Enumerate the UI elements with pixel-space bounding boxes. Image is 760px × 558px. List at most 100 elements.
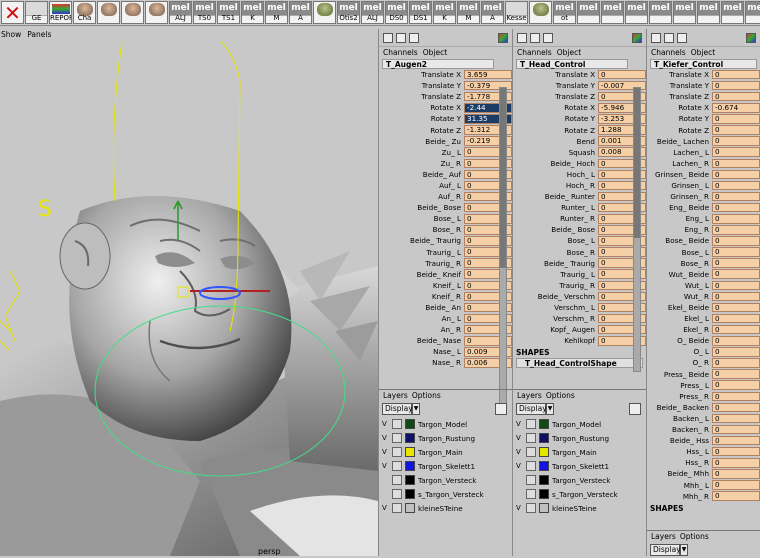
channels-icon[interactable] [383,32,393,43]
channel-row[interactable]: Translate Y -0.007 [513,80,646,91]
layer-row[interactable]: Targon_Versteck [379,473,512,487]
channel-row[interactable]: Hss_ L0 [647,446,760,457]
channel-row[interactable]: Rotate Y0 [647,113,760,124]
channel-row[interactable]: Beide_ Runter 0 [513,191,646,202]
shelf-button[interactable]: mel TS0 [193,1,216,24]
channel-row[interactable]: Ekel_ R0 [647,324,760,335]
channel-row[interactable]: Bose_ R0 [379,224,512,235]
channel-row[interactable]: Grinsen_ Beide 0 [647,169,760,180]
channel-row[interactable]: Nase_ L 0.009 [379,346,512,357]
layer-state-toggle[interactable] [392,433,402,443]
layer-color-swatch[interactable] [405,475,415,485]
channel-row[interactable]: Translate Z0 [647,91,760,102]
shelf-button[interactable]: mel K [241,1,264,24]
layer-state-toggle[interactable] [392,475,402,485]
channel-row[interactable]: Squash 0.008 [513,147,646,158]
shelf-button[interactable]: mel [577,1,600,24]
channel-value-field[interactable]: 0 [712,313,760,324]
layer-state-toggle[interactable] [392,419,402,429]
channel-row[interactable]: Wut_ R0 [647,291,760,302]
channel-row[interactable]: Backen_ R0 [647,424,760,435]
shelf-button[interactable]: mel A [289,1,312,24]
channel-value-field[interactable]: 0 [712,324,760,335]
channel-row[interactable]: Beide_ Bose 0 [379,202,512,213]
shelf-button[interactable]: mel [649,1,672,24]
layer-state-toggle[interactable] [526,475,536,485]
shelf-button[interactable]: mel ot [553,1,576,24]
channel-row[interactable]: Rotate Y -3.253 [513,113,646,124]
layer-state-toggle[interactable] [392,489,402,499]
channel-row[interactable]: Verschm_ L0 [513,302,646,313]
layer-row[interactable]: VkleineSTeine [513,501,646,515]
channel-row[interactable]: Ekel_ Beide 0 [647,302,760,313]
shelf-button[interactable]: mel K [433,1,456,24]
channel-row[interactable]: Traurig_ L0 [513,269,646,280]
channel-value-field[interactable]: 3.659 [464,69,512,80]
layer-row[interactable]: V Targon_Rustung [513,431,646,445]
layer-visibility-toggle[interactable]: V [516,503,524,513]
menu-object[interactable]: Object [691,48,715,57]
channel-scrollbar[interactable] [633,87,641,372]
channel-row[interactable]: Beide_ Hoch 0 [513,158,646,169]
channel-row[interactable]: Nase_ R 0.006 [379,357,512,368]
layer-state-toggle[interactable] [392,503,402,513]
channel-row[interactable]: O_ Beide 0 [647,335,760,346]
new-layer-icon[interactable] [495,403,507,415]
layer-color-swatch[interactable] [539,489,549,499]
shelf-button[interactable]: mel [697,1,720,24]
layer-state-toggle[interactable] [526,489,536,499]
channel-row[interactable]: Traurig_ L0 [379,247,512,258]
channel-row[interactable]: Beide_ Bose 0 [513,224,646,235]
channel-value-field[interactable]: 0 [712,391,760,402]
channel-row[interactable]: Traurig_ R0 [379,258,512,269]
shelf-button[interactable]: GE [25,1,48,24]
channel-row[interactable]: Lachen_ R0 [647,158,760,169]
channel-row[interactable]: Hoch_ L0 [513,169,646,180]
channel-row[interactable]: Verschm_ R0 [513,313,646,324]
layer-color-swatch[interactable] [405,489,415,499]
channel-row[interactable]: Kopf_ Augen 0 [513,324,646,335]
layer-visibility-toggle[interactable]: V [382,461,390,471]
menu-options[interactable]: Options [546,391,575,400]
channel-value-field[interactable]: 0 [712,80,760,91]
channel-row[interactable]: Beide_ Mhh 0 [647,468,760,479]
layer-state-toggle[interactable] [392,447,402,457]
dropdown-arrow-icon[interactable]: ▼ [680,544,688,556]
layer-color-swatch[interactable] [539,419,549,429]
shelf-button[interactable]: mel ALJ [361,1,384,24]
layer-color-swatch[interactable] [405,447,415,457]
channel-value-field[interactable]: 0 [712,147,760,157]
channel-value-field[interactable]: 0 [712,435,760,446]
channel-row[interactable]: An_ L0 [379,313,512,324]
channel-row[interactable]: Hss_ R0 [647,457,760,468]
layer-editor-icon[interactable] [530,32,540,43]
lock-pin-icon[interactable] [498,32,508,43]
shelf-button[interactable]: REPORT [49,1,72,24]
layer-visibility-toggle[interactable] [382,475,390,485]
channel-row[interactable]: Rotate X -2.44 [379,102,512,113]
channel-row[interactable]: Bose_ L0 [513,235,646,246]
dropdown-arrow-icon[interactable]: ▼ [412,403,420,415]
layer-row[interactable]: V Targon_Main [379,445,512,459]
layer-visibility-toggle[interactable]: V [516,419,524,429]
channel-value-field[interactable]: -0.674 [712,103,760,113]
channel-value-field[interactable]: 0 [712,358,760,368]
layer-editor-icon[interactable] [664,32,674,43]
layer-visibility-toggle[interactable]: V [382,433,390,443]
layer-row[interactable]: V Targon_Main [513,445,646,459]
channel-row[interactable]: An_ R0 [379,324,512,335]
layer-visibility-toggle[interactable]: V [516,433,524,443]
shelf-button[interactable]: mel [625,1,648,24]
channel-row[interactable]: Zu_ L0 [379,147,512,158]
layer-visibility-toggle[interactable]: V [516,461,524,471]
channel-row[interactable]: Beide_ Hss 0 [647,435,760,446]
channel-value-field[interactable]: 0 [712,191,760,202]
layer-visibility-toggle[interactable]: V [382,503,390,513]
layer-visibility-toggle[interactable] [516,489,524,499]
channel-value-field[interactable]: 0 [712,402,760,413]
channel-value-field[interactable]: 0 [712,202,760,213]
channel-value-field[interactable]: 0 [712,225,760,235]
channel-row[interactable]: Press_ Beide 0 [647,369,760,380]
layer-row[interactable]: V Targon_Skelett1 [513,459,646,473]
channel-value-field[interactable]: 0 [712,458,760,468]
